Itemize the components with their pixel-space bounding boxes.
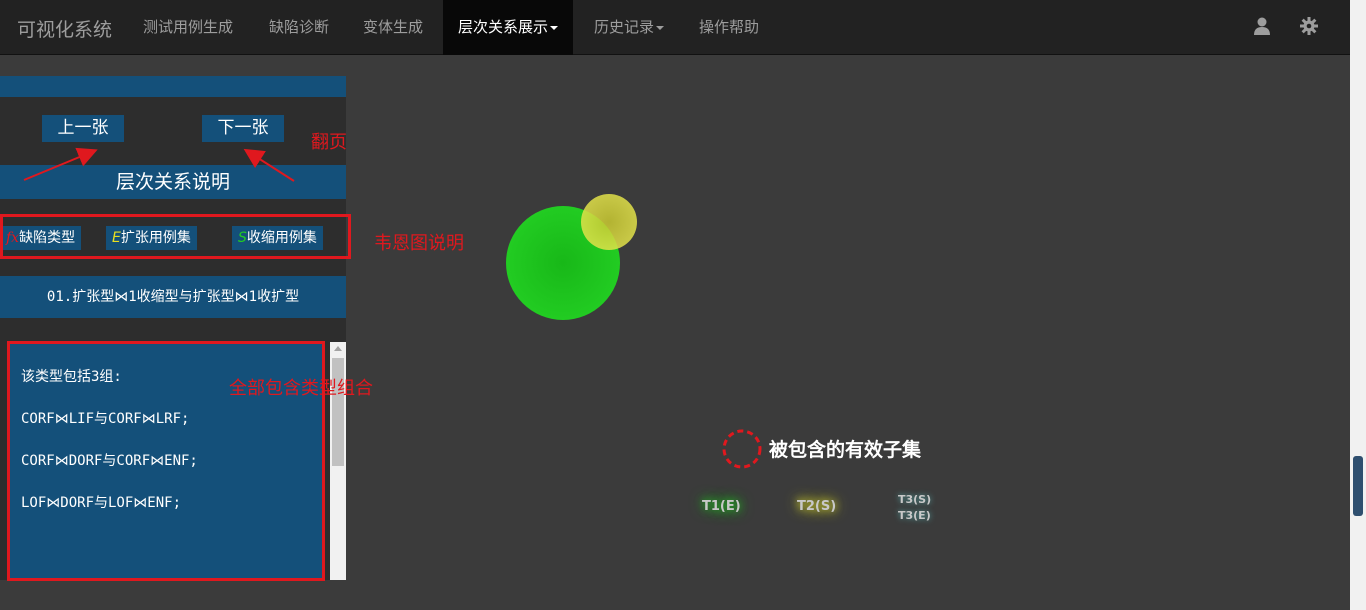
arrow-to-next [243,148,295,182]
venn-label-t1: T1(E) [702,499,741,514]
annotation-venn-explain: 韦恩图说明 [374,233,464,254]
annotation-paging: 翻页 [311,132,347,153]
venn-diagram [506,194,637,320]
venn-label-t2: T2(S) [797,499,837,514]
venn-circle-t2[interactable] [581,194,637,250]
arrow-to-prev [23,147,98,181]
venn-label-t3s: T3(S) [898,493,932,506]
dashed-circle-icon [722,429,762,469]
venn-legend-text: 被包含的有效子集 [769,439,922,461]
annotation-all-contains: 全部包含类型组合 [229,378,373,399]
annotation-arrows [23,147,295,182]
venn-label-t3e: T3(E) [898,509,931,522]
